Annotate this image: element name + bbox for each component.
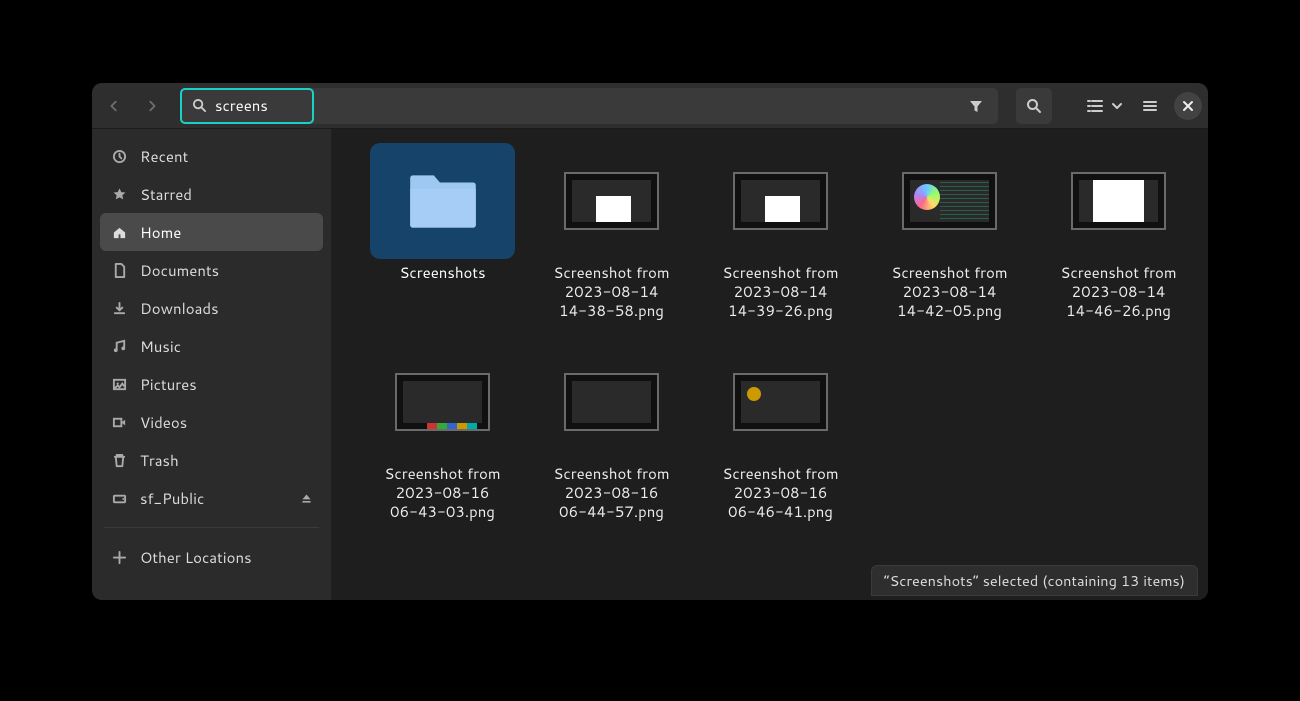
sidebar-item-pictures[interactable]: Pictures bbox=[100, 365, 323, 403]
file-item[interactable]: Screenshot from 2023-08-14 14-39-26.png bbox=[696, 143, 865, 320]
item-label: Screenshot from 2023-08-14 14-42-05.png bbox=[885, 263, 1013, 320]
sidebar-item-sf_public[interactable]: sf_Public bbox=[100, 479, 323, 517]
sidebar-other-locations[interactable]: Other Locations bbox=[100, 538, 323, 576]
file-thumbnail bbox=[733, 373, 828, 431]
document-icon bbox=[110, 263, 128, 278]
file-thumbnail bbox=[395, 373, 490, 431]
folder-icon bbox=[402, 160, 484, 242]
content-area[interactable]: Screenshots Screenshot from 2023-08-14 14… bbox=[332, 129, 1208, 600]
sidebar: Recent Starred Home Documents Downloads Music… bbox=[92, 129, 332, 600]
icon-box bbox=[539, 143, 684, 259]
window-body: Recent Starred Home Documents Downloads Music… bbox=[92, 129, 1208, 600]
item-label: Screenshot from 2023-08-16 06-43-03.png bbox=[378, 464, 506, 521]
sidebar-item-label: Starred bbox=[140, 184, 192, 205]
clock-icon bbox=[110, 149, 128, 164]
back-button[interactable] bbox=[98, 90, 130, 122]
download-icon bbox=[110, 301, 128, 316]
icon-box bbox=[370, 344, 515, 460]
file-thumbnail bbox=[564, 373, 659, 431]
item-label: Screenshot from 2023-08-14 14-46-26.png bbox=[1054, 263, 1182, 320]
star-icon bbox=[110, 187, 128, 202]
file-manager-window: screens Recent Starred bbox=[92, 83, 1208, 600]
sidebar-item-recent[interactable]: Recent bbox=[100, 137, 323, 175]
sidebar-item-label: Home bbox=[140, 222, 181, 243]
path-search-bar: screens bbox=[180, 88, 998, 124]
sidebar-item-starred[interactable]: Starred bbox=[100, 175, 323, 213]
trash-icon bbox=[110, 453, 128, 468]
item-label: Screenshot from 2023-08-14 14-38-58.png bbox=[547, 263, 675, 320]
header-right-controls bbox=[1058, 90, 1202, 122]
sidebar-separator bbox=[104, 527, 319, 528]
sidebar-item-trash[interactable]: Trash bbox=[100, 441, 323, 479]
sidebar-item-downloads[interactable]: Downloads bbox=[100, 289, 323, 327]
search-value[interactable]: screens bbox=[215, 95, 268, 116]
sidebar-item-videos[interactable]: Videos bbox=[100, 403, 323, 441]
status-bar: “Screenshots” selected (containing 13 it… bbox=[871, 565, 1198, 596]
sidebar-item-home[interactable]: Home bbox=[100, 213, 323, 251]
icon-box bbox=[877, 143, 1022, 259]
sidebar-item-label: Music bbox=[140, 336, 181, 357]
sidebar-item-label: Other Locations bbox=[140, 547, 252, 568]
sidebar-item-label: Trash bbox=[140, 450, 179, 471]
file-item[interactable]: Screenshot from 2023-08-16 06-44-57.png bbox=[527, 344, 696, 521]
sidebar-item-label: Videos bbox=[140, 412, 187, 433]
file-item[interactable]: Screenshot from 2023-08-16 06-46-41.png bbox=[696, 344, 865, 521]
icon-box bbox=[708, 344, 853, 460]
file-thumbnail bbox=[733, 172, 828, 230]
icon-box bbox=[370, 143, 515, 259]
file-grid: Screenshots Screenshot from 2023-08-14 14… bbox=[332, 129, 1208, 521]
sidebar-item-label: Documents bbox=[140, 260, 219, 281]
file-item[interactable]: Screenshot from 2023-08-14 14-46-26.png bbox=[1034, 143, 1203, 320]
file-thumbnail bbox=[902, 172, 997, 230]
plus-icon bbox=[110, 550, 128, 565]
file-thumbnail bbox=[564, 172, 659, 230]
sidebar-item-music[interactable]: Music bbox=[100, 327, 323, 365]
file-item[interactable]: Screenshot from 2023-08-14 14-42-05.png bbox=[865, 143, 1034, 320]
eject-icon[interactable] bbox=[300, 492, 313, 505]
video-icon bbox=[110, 415, 128, 430]
search-input-wrapper[interactable]: screens bbox=[180, 88, 314, 124]
forward-button[interactable] bbox=[136, 90, 168, 122]
sidebar-item-label: Recent bbox=[140, 146, 188, 167]
item-label: Screenshots bbox=[393, 263, 491, 282]
search-toggle-button[interactable] bbox=[1016, 88, 1052, 124]
view-dropdown-button[interactable] bbox=[1110, 90, 1130, 122]
drive-icon bbox=[110, 491, 128, 506]
view-list-button[interactable] bbox=[1078, 90, 1106, 122]
filter-button[interactable] bbox=[958, 88, 994, 124]
music-icon bbox=[110, 339, 128, 354]
search-icon bbox=[192, 98, 207, 113]
icon-box bbox=[708, 143, 853, 259]
folder-item[interactable]: Screenshots bbox=[358, 143, 527, 320]
file-item[interactable]: Screenshot from 2023-08-14 14-38-58.png bbox=[527, 143, 696, 320]
file-thumbnail bbox=[1071, 172, 1166, 230]
home-icon bbox=[110, 225, 128, 240]
icon-box bbox=[1046, 143, 1191, 259]
sidebar-item-label: Pictures bbox=[140, 374, 197, 395]
icon-box bbox=[539, 344, 684, 460]
picture-icon bbox=[110, 377, 128, 392]
hamburger-menu-button[interactable] bbox=[1134, 90, 1166, 122]
file-item[interactable]: Screenshot from 2023-08-16 06-40-08.png bbox=[1203, 143, 1208, 320]
sidebar-item-documents[interactable]: Documents bbox=[100, 251, 323, 289]
sidebar-item-label: Downloads bbox=[140, 298, 219, 319]
item-label: Screenshot from 2023-08-16 06-46-41.png bbox=[716, 464, 844, 521]
close-button[interactable] bbox=[1174, 92, 1202, 120]
file-item[interactable]: Screenshot from 2023-08-16 06-43-03.png bbox=[358, 344, 527, 521]
item-label: Screenshot from 2023-08-14 14-39-26.png bbox=[716, 263, 844, 320]
header-bar: screens bbox=[92, 83, 1208, 129]
sidebar-item-label: sf_Public bbox=[140, 488, 204, 509]
item-label: Screenshot from 2023-08-16 06-44-57.png bbox=[547, 464, 675, 521]
